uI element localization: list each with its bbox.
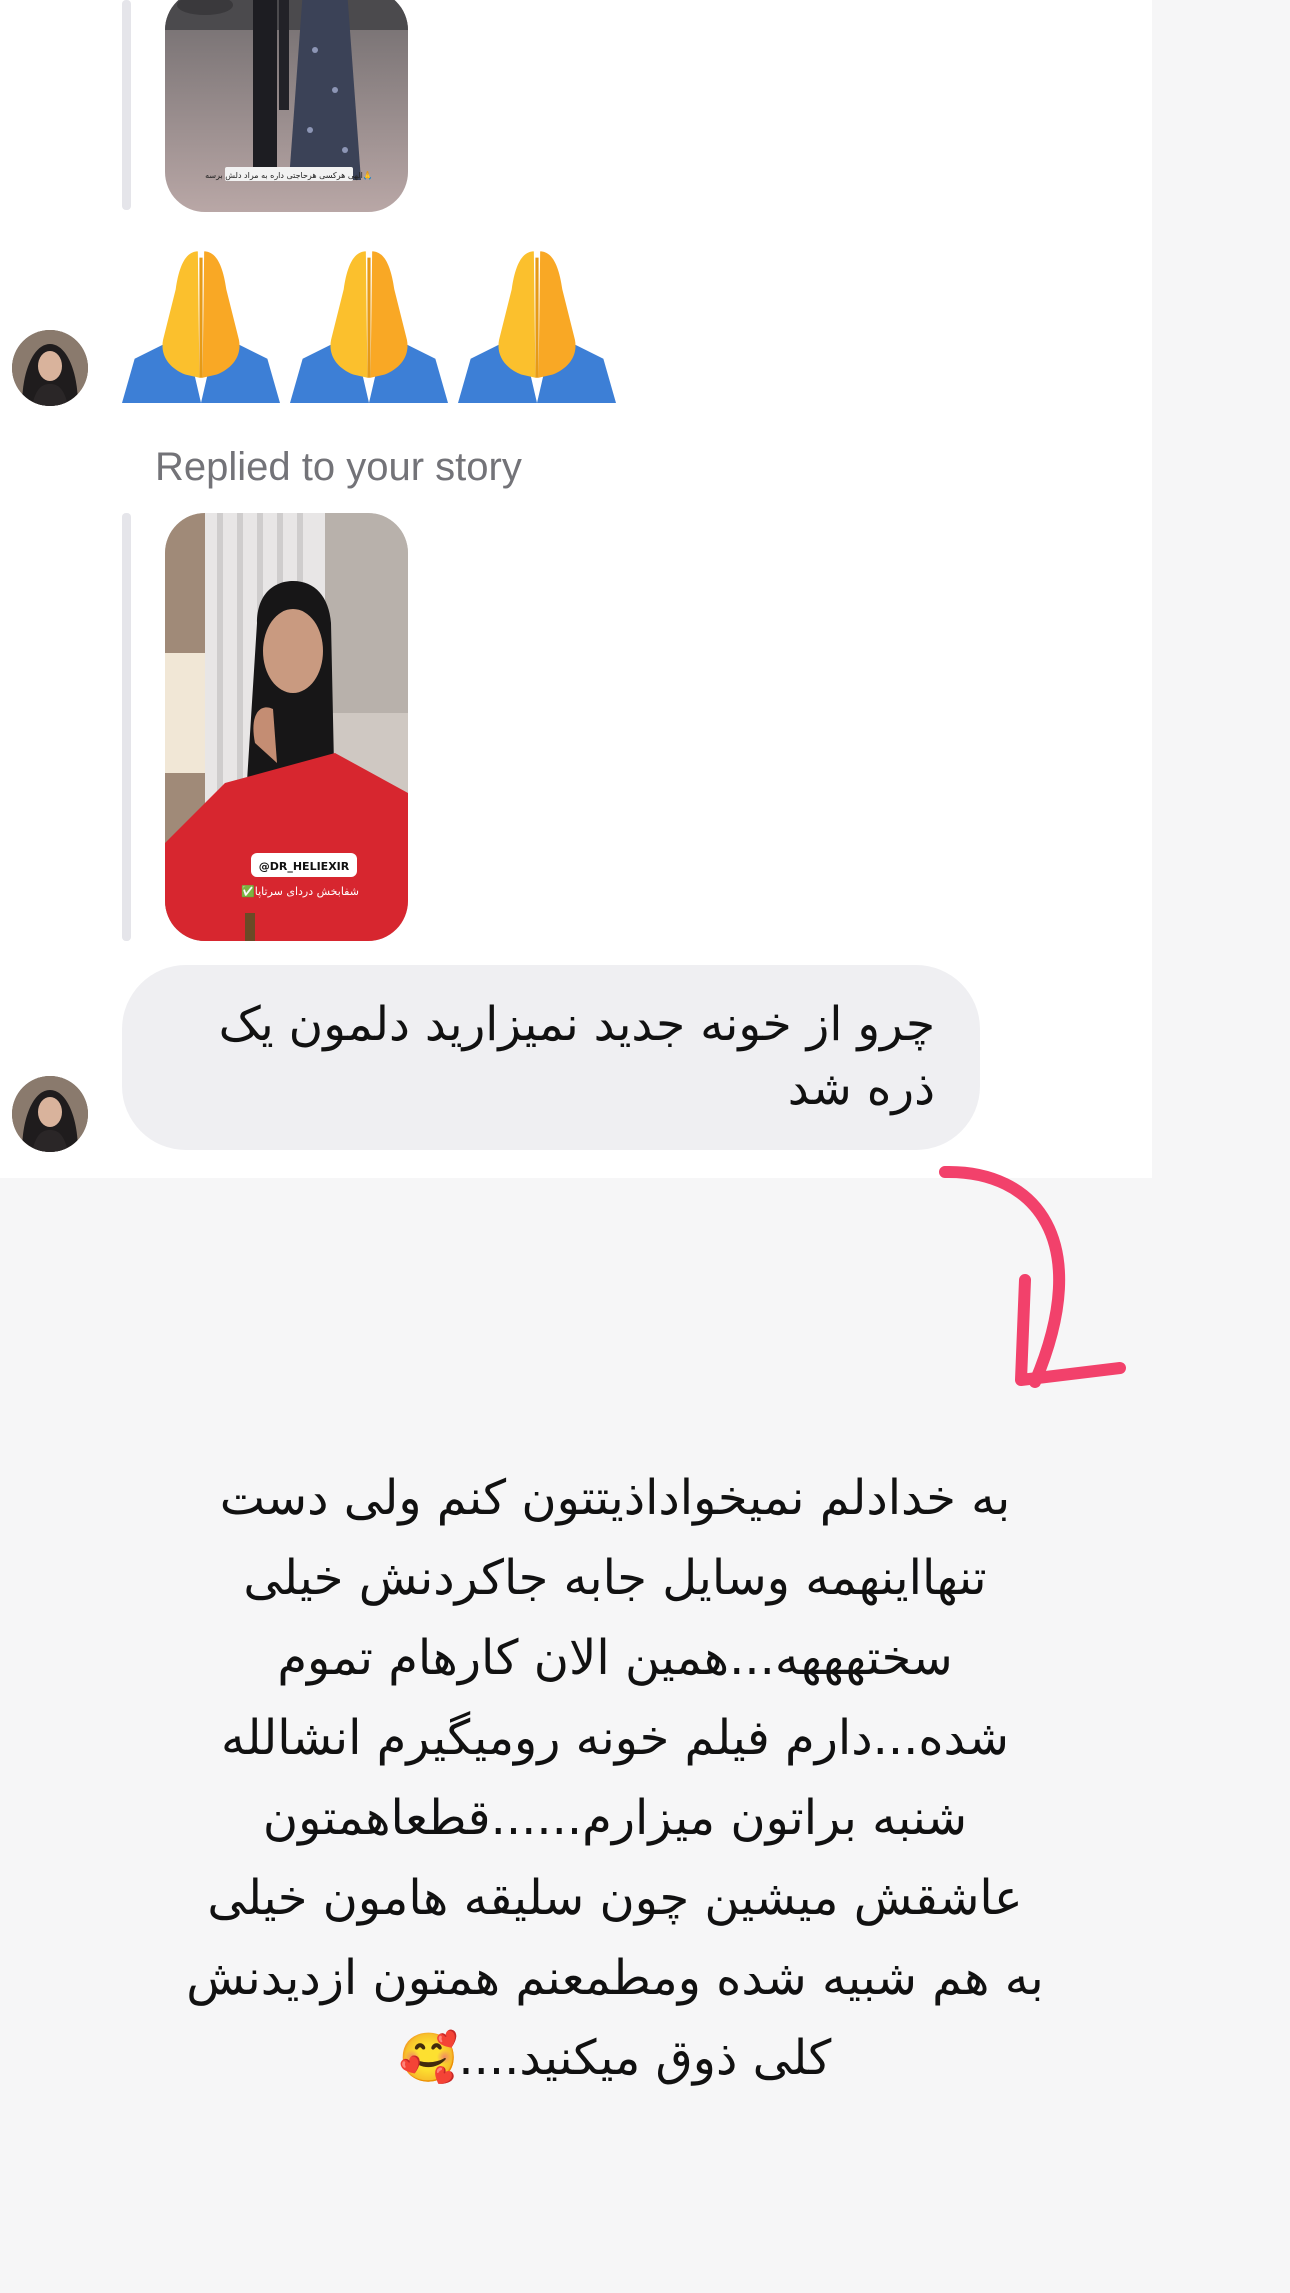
replied-to-story-label: Replied to your story (155, 445, 522, 489)
caption-line: شده...دارم فیلم خونه رومیگیرم انشالله (221, 1710, 1009, 1766)
story-user-tag: @DR_HELIEXIR (259, 860, 350, 873)
avatar-woman-hijab-icon (12, 330, 88, 406)
reaction-emoji-row (122, 245, 616, 405)
message-bubble[interactable]: چرو از خونه جدید نمیزارید دلمون یک ذره ش… (122, 965, 980, 1150)
story-reply-rail (122, 513, 131, 941)
pray-emoji-icon (458, 245, 616, 403)
caption-line: کلی ذوق میکنید....🥰 (398, 2030, 832, 2086)
story-thumbnail-2[interactable]: @DR_HELIEXIR ✅شفابخش دردای سرتاپا (165, 513, 408, 941)
sender-avatar[interactable] (12, 330, 88, 406)
story-subtitle: ✅شفابخش دردای سرتاپا (241, 885, 359, 898)
message-text: چرو از خونه جدید نمیزارید دلمون یک ذره ش… (218, 997, 935, 1116)
pray-emoji-icon (290, 245, 448, 403)
story-overlay-text: الهی هرکسی هر‌حاجتی داره به مراد دلش برس… (205, 171, 373, 180)
story-caption: به خدادلم نمیخواداذیتتون کنم ولی دست تنه… (100, 1458, 1130, 2098)
dm-thread-panel: الهی هرکسی هر‌حاجتی داره به مراد دلش برس… (0, 0, 1152, 1178)
avatar-woman-hijab-icon (12, 1076, 88, 1152)
caption-line: به هم شبیه شده ومطمعنم همتون ازدیدنش (186, 1950, 1044, 2006)
caption-line: عاشقش میشین چون سلیقه هامون خیلی (207, 1870, 1023, 1926)
pray-emoji-icon (122, 245, 280, 403)
sender-avatar[interactable] (12, 1076, 88, 1152)
curved-arrow-icon (925, 1160, 1145, 1404)
caption-line: شنبه براتون میزارم......قطعاهمتون (262, 1790, 968, 1846)
caption-line: به خدادلم نمیخواداذیتتون کنم ولی دست (219, 1470, 1011, 1526)
story-thumbnail-1[interactable]: الهی هرکسی هر‌حاجتی داره به مراد دلش برس… (165, 0, 408, 212)
story-reply-rail (122, 0, 131, 210)
caption-line: تنهااینهمه وسایل جابه جاکردنش خیلی (243, 1550, 987, 1606)
caption-line: سختهههه...همین الان کارهام تموم (277, 1630, 953, 1686)
